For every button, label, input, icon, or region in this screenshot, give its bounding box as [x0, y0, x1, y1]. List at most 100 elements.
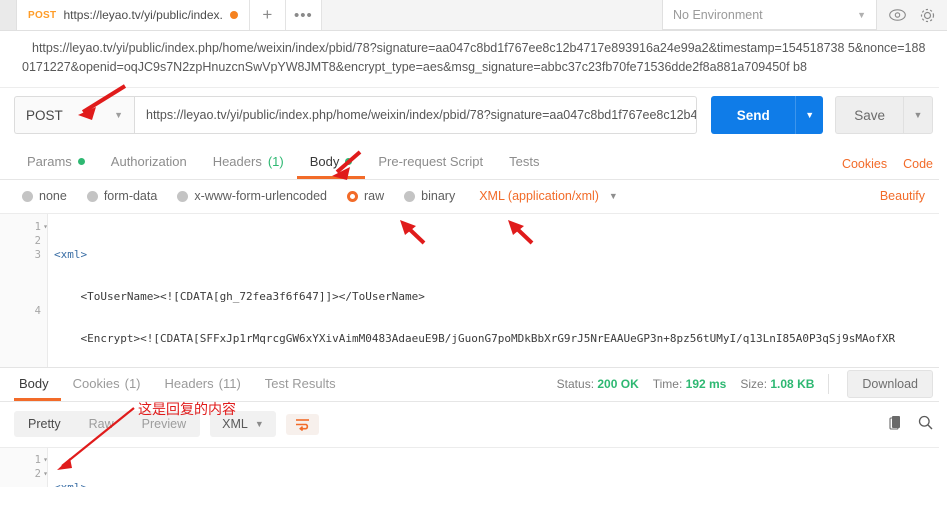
response-toolbar-actions [889, 415, 933, 433]
beautify-button[interactable]: Beautify [880, 189, 925, 203]
line-number: 4 [0, 304, 47, 318]
line-number: 1 ▾ [0, 220, 48, 234]
request-tab-title: https://leyao.tv/yi/public/index. [63, 8, 223, 22]
save-button[interactable]: Save [835, 96, 903, 134]
tab-body-label: Body [309, 153, 340, 169]
chevron-down-icon: ▼ [114, 110, 123, 120]
environment-actions [877, 0, 947, 30]
tab-strip-left-edge [0, 0, 17, 30]
download-button[interactable]: Download [847, 369, 933, 398]
environment-selected-label: No Environment [673, 7, 763, 22]
request-body-editor[interactable]: 1 ▾ 2 3 4 <xml> <ToUserName><![CDATA[gh_7… [0, 214, 947, 367]
code-link[interactable]: Code [903, 157, 933, 171]
request-tab-method: POST [28, 9, 57, 21]
params-modified-icon [77, 157, 85, 165]
body-type-none-label: none [39, 189, 67, 203]
tab-body[interactable]: Body [296, 146, 366, 179]
tab-authorization[interactable]: Authorization [98, 146, 200, 179]
request-tab-active[interactable]: POST https://leyao.tv/yi/public/index. [17, 0, 250, 30]
tab-strip-filler [321, 0, 662, 30]
editor-code-area[interactable]: <xml> <ToUserName><![CDATA[gh_72fea3f6f6… [48, 214, 947, 367]
tab-headers-count: (1) [267, 153, 284, 169]
annotation-note: 这是回复的内容 [138, 402, 236, 418]
response-tab-test-results[interactable]: Test Results [253, 368, 348, 401]
save-options-button[interactable]: ▼ [903, 96, 933, 134]
http-method-select[interactable]: POST ▼ [14, 96, 134, 134]
tab-authorization-label: Authorization [110, 153, 187, 169]
search-icon[interactable] [918, 415, 933, 433]
word-wrap-icon[interactable] [285, 413, 319, 435]
body-type-none[interactable]: none [22, 189, 67, 203]
fold-arrow-icon[interactable]: ▾ [43, 467, 48, 481]
line-number: 3 [0, 248, 47, 262]
response-tab-body[interactable]: Body [14, 368, 61, 401]
vertical-scrollbar[interactable] [939, 31, 947, 527]
response-code-area: <xml> <Encrypt> [48, 448, 947, 487]
copy-icon[interactable] [889, 415, 902, 433]
unsaved-indicator-icon [229, 11, 238, 19]
view-mode-raw[interactable]: Raw [75, 411, 128, 437]
request-bar: POST ▼ https://leyao.tv/yi/public/index.… [0, 88, 947, 146]
meta-divider [828, 373, 830, 394]
send-button[interactable]: Send [711, 96, 796, 134]
environment-selector[interactable]: No Environment ▼ [662, 0, 877, 30]
line-number-text: 2 [34, 235, 41, 247]
line-number: 1 ▾ [0, 453, 48, 467]
body-type-urlencoded[interactable]: x-www-form-urlencoded [177, 189, 327, 203]
response-format-value: XML [222, 417, 248, 431]
fold-arrow-icon[interactable]: ▾ [43, 220, 48, 234]
line-number-spacer [0, 290, 47, 304]
code-line: <Encrypt><![CDATA[SFFxJp1rMqrcgGW6xYXivA… [54, 332, 896, 345]
body-type-form-data[interactable]: form-data [86, 189, 157, 203]
fold-arrow-icon[interactable]: ▾ [43, 453, 48, 467]
tab-tests-label: Tests [509, 153, 540, 169]
tab-tests[interactable]: Tests [496, 146, 552, 179]
radio-icon [22, 190, 33, 202]
tab-pre-request-script-label: Pre-request Script [378, 153, 484, 169]
response-tab-headers-label: Headers [164, 375, 214, 391]
line-number-spacer [0, 276, 47, 290]
time-group: Time: 192 ms [653, 377, 727, 391]
time-value: 192 ms [685, 376, 727, 391]
response-tab-cookies-label: Cookies [72, 375, 120, 391]
request-url-input[interactable]: https://leyao.tv/yi/public/index.php/hom… [134, 96, 698, 134]
send-options-button[interactable]: ▼ [795, 96, 824, 134]
eye-icon[interactable] [889, 9, 906, 21]
time-label: Time: [652, 376, 683, 391]
request-tab-strip: POST https://leyao.tv/yi/public/index. +… [0, 0, 947, 31]
postman-window: POST https://leyao.tv/yi/public/index. +… [0, 0, 947, 527]
send-button-group: Send ▼ [711, 96, 824, 134]
raw-format-select[interactable]: XML (application/xml) ▼ [479, 189, 618, 203]
body-type-raw-label: raw [364, 189, 385, 203]
size-label: Size: [740, 376, 768, 391]
response-tab-headers-count: (11) [218, 375, 241, 391]
code-line: <xml> [54, 248, 88, 261]
chevron-down-icon: ▼ [254, 419, 264, 429]
line-number: 2 ▾ [0, 467, 48, 481]
size-value: 1.08 KB [770, 376, 815, 391]
chevron-down-icon: ▼ [857, 9, 866, 20]
response-body-editor[interactable]: 1▾ 2▾ <xml> <Encrypt> [0, 447, 947, 487]
new-tab-button[interactable]: + [249, 0, 286, 30]
response-header: Body Cookies (1) Headers (11) Test Resul… [0, 368, 947, 402]
radio-selected-icon [347, 190, 358, 202]
response-tab-body-label: Body [19, 375, 49, 391]
radio-icon [86, 190, 98, 202]
gear-icon[interactable] [920, 8, 935, 23]
body-type-binary[interactable]: binary [404, 189, 455, 203]
line-number-text: 1 [34, 221, 41, 233]
cookies-link[interactable]: Cookies [842, 157, 887, 171]
tab-pre-request-script[interactable]: Pre-request Script [365, 146, 496, 179]
view-mode-pretty[interactable]: Pretty [14, 411, 75, 437]
line-number-spacer [0, 262, 47, 276]
response-tab-cookies[interactable]: Cookies (1) [61, 368, 153, 401]
tab-headers[interactable]: Headers (1) [200, 146, 297, 179]
response-tab-headers[interactable]: Headers (11) [153, 368, 253, 401]
code-line: <xml> [54, 481, 947, 487]
body-type-raw[interactable]: raw [347, 189, 384, 203]
request-tabs-right-links: Cookies Code [842, 157, 933, 179]
tab-params[interactable]: Params [14, 146, 98, 179]
radio-icon [177, 190, 189, 202]
tab-options-button[interactable]: ••• [285, 0, 322, 30]
tab-headers-label: Headers [212, 153, 262, 169]
